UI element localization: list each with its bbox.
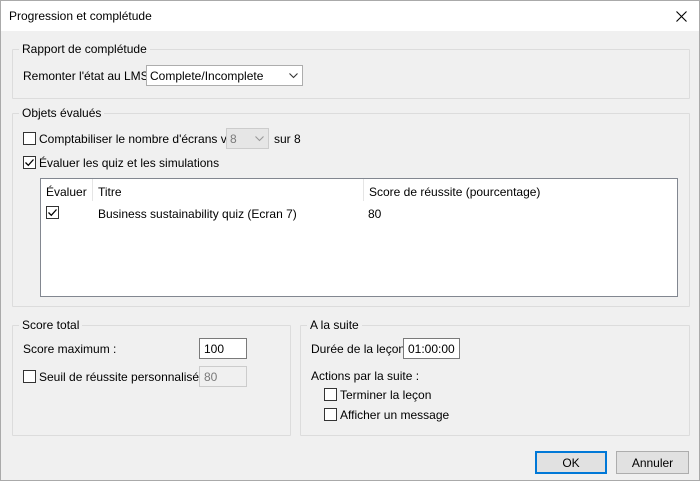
column-header-score[interactable]: Score de réussite (pourcentage) — [364, 179, 664, 201]
chevron-down-icon — [250, 135, 268, 142]
row-score[interactable]: 80 — [368, 207, 381, 221]
lesson-duration-label: Durée de la leçon : — [311, 342, 412, 356]
column-header-evaluer[interactable]: Évaluer — [41, 179, 93, 201]
objets-legend: Objets évalués — [19, 106, 105, 120]
row-title[interactable]: Business sustainability quiz (Ecran 7) — [98, 207, 297, 221]
end-lesson-checkbox[interactable] — [324, 388, 337, 401]
lms-status-value: Complete/Incomplete — [150, 68, 264, 83]
evaluate-quiz-label: Évaluer les quiz et les simulations — [39, 156, 220, 170]
checkmark-icon — [48, 209, 57, 217]
lms-status-label: Remonter l'état au LMS : — [23, 69, 156, 83]
checkmark-icon — [25, 159, 34, 167]
screens-count-select[interactable]: 8 — [226, 128, 269, 149]
lesson-duration-input[interactable] — [403, 338, 460, 359]
row-evaluate-checkbox[interactable] — [46, 206, 59, 219]
quiz-table: Évaluer Titre Score de réussite (pourcen… — [40, 178, 678, 297]
rapport-legend: Rapport de complétude — [19, 42, 150, 56]
column-header-titre[interactable]: Titre — [93, 179, 363, 201]
pass-threshold-label: Seuil de réussite personnalisé : — [39, 370, 206, 384]
title-bar: Progression et complétude — [1, 1, 699, 31]
show-message-label: Afficher un message — [340, 408, 450, 422]
screens-count-value: 8 — [230, 131, 237, 146]
suite-legend: A la suite — [307, 318, 362, 332]
close-icon — [675, 10, 687, 22]
screens-total-label: sur 8 — [274, 132, 301, 146]
evaluate-quiz-checkbox[interactable] — [23, 156, 36, 169]
window-title: Progression et complétude — [9, 9, 152, 23]
cancel-button[interactable]: Annuler — [616, 451, 689, 474]
show-message-checkbox[interactable] — [324, 408, 337, 421]
lms-status-select[interactable]: Complete/Incomplete — [146, 65, 303, 86]
chevron-down-icon — [284, 72, 302, 79]
close-button[interactable] — [667, 3, 695, 29]
max-score-label: Score maximum : — [23, 342, 117, 356]
score-legend: Score total — [19, 318, 83, 332]
count-screens-label: Comptabiliser le nombre d'écrans vus : — [39, 132, 247, 146]
max-score-input[interactable] — [199, 338, 247, 359]
dialog-window: Progression et complétude Rapport de com… — [0, 0, 700, 481]
ok-button[interactable]: OK — [535, 451, 607, 474]
end-lesson-label: Terminer la leçon — [340, 388, 432, 402]
pass-threshold-checkbox[interactable] — [23, 370, 36, 383]
actions-label: Actions par la suite : — [311, 369, 420, 383]
count-screens-checkbox[interactable] — [23, 132, 36, 145]
pass-threshold-input[interactable] — [199, 366, 247, 387]
